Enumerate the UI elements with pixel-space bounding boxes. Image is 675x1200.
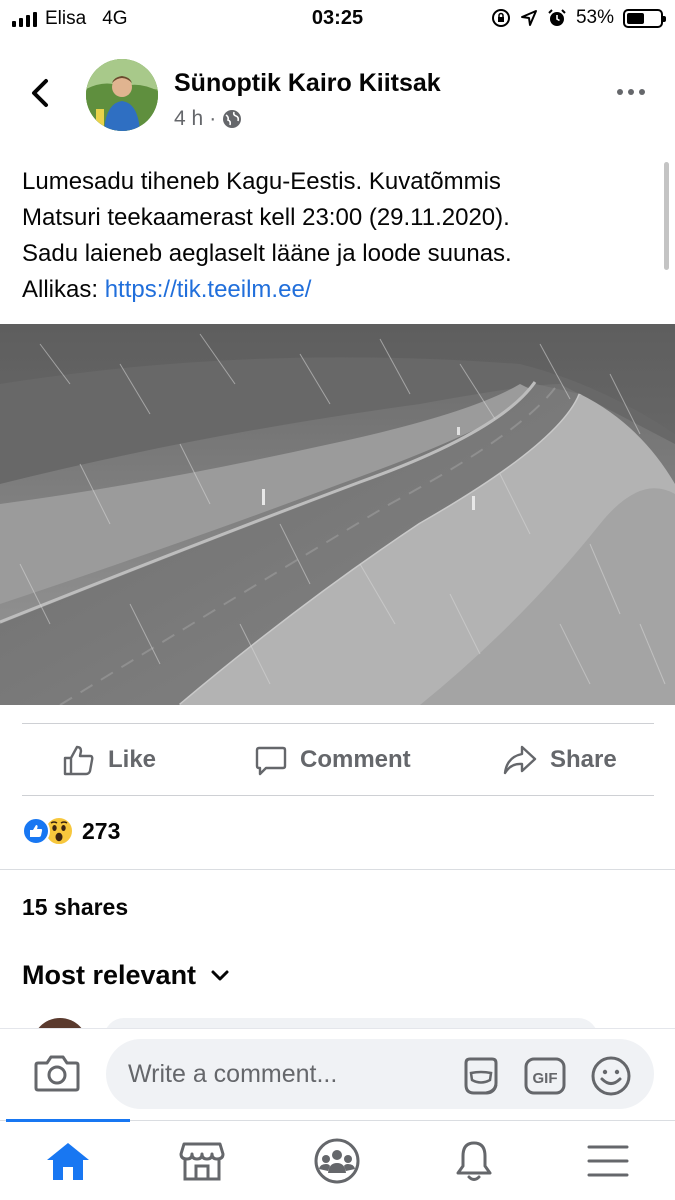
comment-input[interactable]: Write a comment... GIF [106, 1039, 654, 1109]
more-options-icon[interactable] [617, 89, 645, 95]
svg-text:GIF: GIF [533, 1070, 558, 1087]
back-icon[interactable] [26, 75, 56, 111]
chevron-down-icon [211, 970, 229, 980]
nav-menu[interactable] [584, 1137, 632, 1185]
avatar-image [86, 59, 158, 131]
source-link[interactable]: https://tik.teeilm.ee/ [105, 276, 312, 303]
nav-home[interactable] [44, 1137, 92, 1185]
post-actions: Like Comment Share [22, 725, 654, 795]
post-meta: 4 h · [174, 107, 242, 131]
share-button[interactable]: Share [502, 743, 617, 777]
rotation-lock-icon [491, 9, 510, 27]
alarm-icon [548, 9, 566, 26]
battery-fill [627, 12, 644, 24]
post-photo[interactable] [0, 324, 675, 705]
battery-icon [623, 8, 666, 28]
scrollbar[interactable] [664, 162, 669, 270]
battery-percent: 53% [575, 7, 614, 28]
like-label: Like [108, 746, 157, 773]
sort-label: Most relevant [22, 960, 197, 990]
like-reaction-icon [22, 817, 50, 845]
author-avatar[interactable] [86, 59, 158, 131]
comment-composer: Write a comment... GIF [0, 1028, 675, 1120]
share-label: Share [550, 746, 617, 773]
reactions-summary[interactable]: 273 [22, 816, 120, 846]
divider [0, 869, 675, 870]
road-camera-image [0, 324, 675, 705]
post-text: Lumesadu tiheneb Kagu-Eestis. Kuvatõmmis… [22, 164, 652, 308]
post-source-line: Allikas: https://tik.teeilm.ee/ [22, 272, 652, 308]
source-label: Allikas: [22, 276, 99, 303]
comment-sort-dropdown[interactable]: Most relevant [22, 960, 230, 991]
divider [22, 795, 654, 796]
post-text-line: Lumesadu tiheneb Kagu-Eestis. Kuvatõmmis [22, 168, 501, 195]
menu-icon [587, 1145, 629, 1177]
post-text-line: Sadu laieneb aeglaselt lääne ja loode su… [22, 240, 512, 267]
comment-button[interactable]: Comment [254, 743, 411, 777]
globe-icon [223, 110, 242, 128]
bottom-navigation [0, 1119, 675, 1200]
post-header: Sünoptik Kairo Kiitsak 4 h · [0, 55, 675, 135]
meta-separator: · [209, 107, 217, 130]
shares-count[interactable]: 15 shares [22, 894, 128, 921]
camera-icon[interactable] [34, 1053, 80, 1093]
post-time[interactable]: 4 h [174, 107, 203, 131]
comment-label: Comment [300, 746, 411, 773]
post-text-line: Matsuri teekaamerast kell 23:00 (29.11.2… [22, 204, 510, 231]
nav-groups[interactable] [313, 1137, 361, 1185]
active-tab-indicator [6, 1119, 130, 1122]
marketplace-icon [179, 1142, 225, 1181]
share-arrow-icon [503, 745, 537, 775]
comment-bubble-icon [255, 746, 287, 776]
nav-marketplace[interactable] [178, 1137, 226, 1185]
status-bar: Elisa 4G 03:25 53% [0, 0, 675, 38]
notifications-icon [456, 1141, 492, 1181]
nav-notifications[interactable] [450, 1137, 498, 1185]
groups-icon [314, 1138, 360, 1184]
author-name[interactable]: Sünoptik Kairo Kiitsak [174, 69, 441, 98]
like-button[interactable]: Like [62, 743, 156, 777]
status-bar-right: 53% [491, 7, 666, 29]
divider [22, 723, 654, 724]
home-icon [47, 1143, 89, 1180]
gif-icon[interactable]: GIF [524, 1055, 566, 1097]
avatar-sticker-icon[interactable] [460, 1055, 502, 1097]
reaction-count: 273 [82, 817, 121, 844]
emoji-icon[interactable] [590, 1055, 632, 1097]
thumbs-up-icon [63, 745, 94, 776]
comment-placeholder: Write a comment... [128, 1060, 338, 1088]
location-arrow-icon [520, 10, 537, 26]
